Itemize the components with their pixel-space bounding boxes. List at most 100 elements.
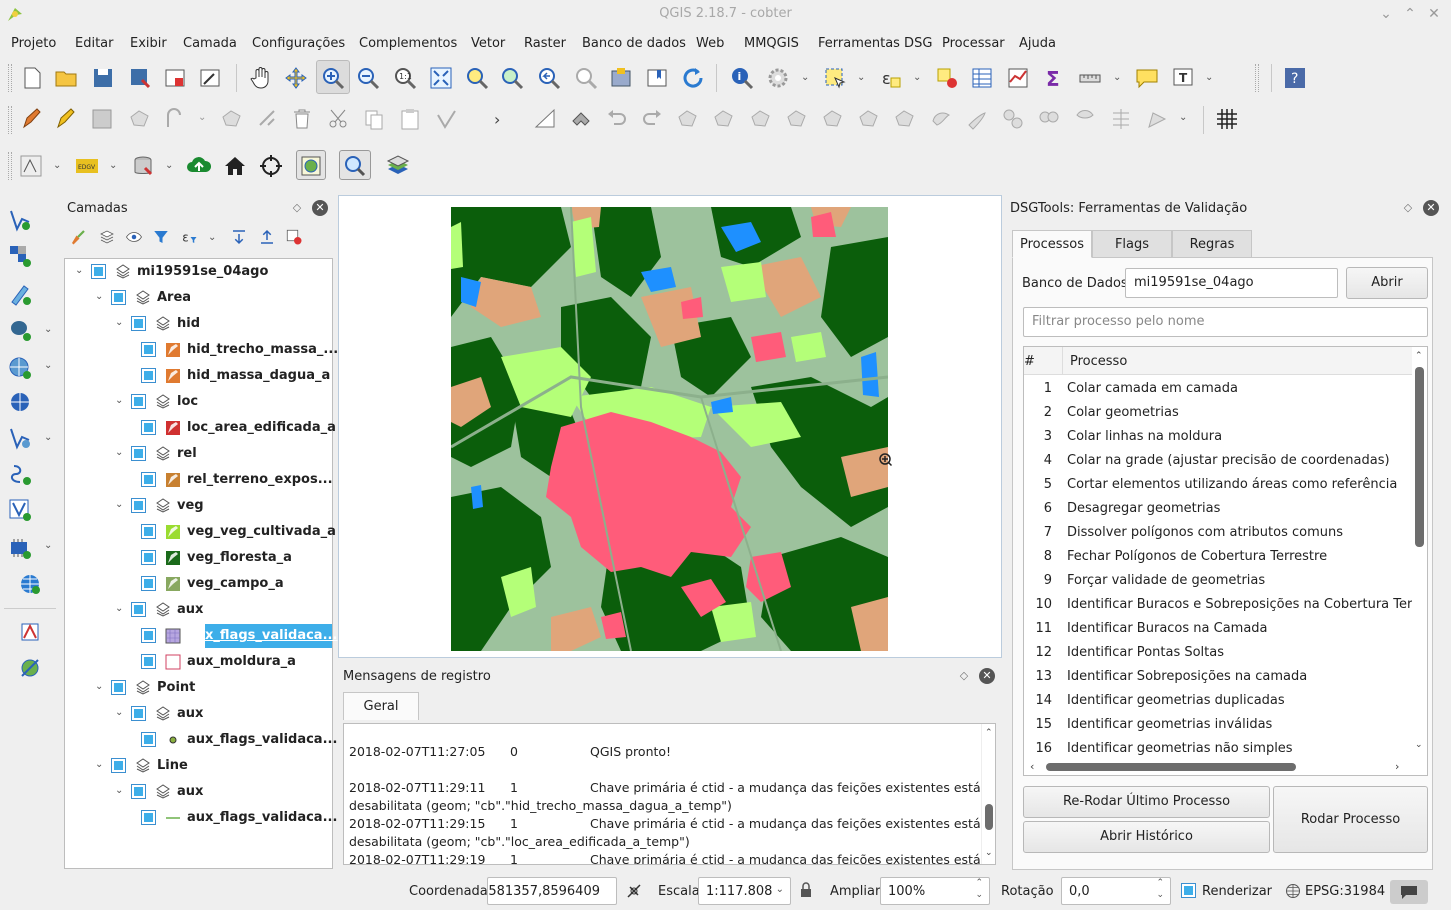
add-vector-layer-icon[interactable]: [8, 208, 32, 232]
cloud-upload-icon[interactable]: [187, 154, 211, 178]
layer-visibility-checkbox[interactable]: [141, 810, 156, 825]
circular-dropdown-icon[interactable]: ⌄: [198, 112, 206, 123]
layer-visibility-checkbox[interactable]: [141, 368, 156, 383]
layer-visibility-checkbox[interactable]: [141, 628, 156, 643]
merge-features-icon[interactable]: [1037, 107, 1061, 131]
rotate-dropdown-icon[interactable]: ⌄: [1179, 112, 1187, 123]
help-icon[interactable]: ?: [1283, 66, 1307, 90]
composer-manager-icon[interactable]: [198, 66, 222, 90]
current-edits-icon[interactable]: [20, 107, 44, 131]
add-wcs-globe-icon[interactable]: [18, 572, 42, 596]
move-feature-icon[interactable]: [220, 107, 244, 131]
layer-visibility-checkbox[interactable]: [131, 784, 146, 799]
merge-attributes-icon[interactable]: [1073, 107, 1097, 131]
undo-vertex-icon[interactable]: [435, 107, 459, 131]
coord-toggle-icon[interactable]: [626, 883, 642, 899]
layer-visibility-checkbox[interactable]: [131, 316, 146, 331]
delete-ring-icon[interactable]: [785, 107, 809, 131]
dsg-float-icon[interactable]: ◇: [1402, 202, 1414, 214]
menu-raster[interactable]: Raster: [524, 36, 566, 51]
add-raster-layer-icon[interactable]: [8, 244, 32, 268]
coord-field[interactable]: 581357,8596409: [487, 877, 617, 905]
add-group-icon[interactable]: [98, 228, 116, 246]
split-features-icon[interactable]: [965, 107, 989, 131]
process-hscroll[interactable]: ‹ ›: [1024, 759, 1414, 775]
filter-icon[interactable]: [152, 228, 170, 246]
action-dropdown-icon[interactable]: ⌄: [801, 72, 809, 83]
home-icon[interactable]: [223, 154, 247, 178]
map-sheet-icon[interactable]: [299, 154, 323, 178]
eye-icon[interactable]: [125, 228, 143, 246]
reshape-icon[interactable]: [857, 107, 881, 131]
annotation-dropdown-icon[interactable]: ⌄: [1205, 72, 1213, 83]
add-wcs-layer-icon[interactable]: [8, 390, 32, 414]
add-circular-string-icon[interactable]: [164, 107, 188, 131]
new-print-composer-icon[interactable]: [163, 66, 187, 90]
expand-arrow-icon[interactable]: ⌄: [115, 785, 127, 797]
add-delimited-text-icon[interactable]: [8, 282, 32, 306]
menu-vetor[interactable]: Vetor: [471, 36, 505, 51]
search-icon[interactable]: [343, 154, 367, 178]
layer-group[interactable]: ⌄ mi19591se_04ago: [65, 259, 332, 285]
zoom-next-icon[interactable]: [574, 66, 598, 90]
process-row[interactable]: 2 Colar geometrias: [1024, 401, 1414, 425]
expand-arrow-icon[interactable]: ⌄: [115, 707, 127, 719]
undo-icon[interactable]: [605, 107, 629, 131]
menu-ferramentas-dsg[interactable]: Ferramentas DSG: [818, 36, 932, 51]
select-features-icon[interactable]: [823, 66, 847, 90]
layer-group[interactable]: ⌄ aux: [65, 779, 332, 805]
rerun-last-process-button[interactable]: Re-Rodar Último Processo: [1023, 786, 1270, 818]
offset-curve-icon[interactable]: [893, 107, 917, 131]
process-vscroll[interactable]: ⌃ ⌄: [1412, 347, 1427, 759]
style-layer-icon[interactable]: [69, 228, 87, 246]
cut-features-icon[interactable]: [327, 107, 351, 131]
grid-icon[interactable]: [1215, 107, 1239, 131]
database-dropdown-icon[interactable]: ⌄: [165, 160, 173, 171]
expand-arrow-icon[interactable]: ⌄: [115, 447, 127, 459]
menu-banco-de-dados[interactable]: Banco de dados: [582, 36, 686, 51]
delete-part-icon[interactable]: [821, 107, 845, 131]
layer-visibility-checkbox[interactable]: [131, 498, 146, 513]
dsg-tool-a-icon[interactable]: [18, 620, 42, 644]
process-row[interactable]: 14 Identificar geometrias duplicadas: [1024, 689, 1414, 713]
zoom-full-icon[interactable]: [429, 66, 453, 90]
remove-layer-icon[interactable]: [285, 228, 303, 246]
layer-item[interactable]: rel_terreno_expos...: [65, 467, 333, 493]
expand-arrow-icon[interactable]: ⌄: [95, 681, 107, 693]
expand-arrow-icon[interactable]: ⌄: [115, 499, 127, 511]
open-db-button[interactable]: Abrir: [1346, 267, 1428, 299]
menu-projeto[interactable]: Projeto: [11, 36, 56, 51]
open-project-icon[interactable]: [54, 66, 78, 90]
dsg-tool-b-icon[interactable]: [18, 656, 42, 680]
process-row[interactable]: 3 Colar linhas na moldura: [1024, 425, 1414, 449]
log-close-icon[interactable]: ✕: [979, 668, 995, 684]
zoom-to-layer-icon[interactable]: [500, 66, 524, 90]
enable-tracing-icon[interactable]: [569, 107, 593, 131]
filter-expression-icon[interactable]: ε: [180, 228, 198, 246]
new-project-icon[interactable]: [20, 66, 44, 90]
run-process-button[interactable]: Rodar Processo: [1273, 786, 1428, 853]
render-checkbox[interactable]: [1181, 883, 1196, 898]
layer-group[interactable]: ⌄ Line: [65, 753, 332, 779]
zoom-spinbox[interactable]: 100% ⌃ ⌄: [880, 877, 990, 905]
zoom-last-icon[interactable]: [537, 66, 561, 90]
node-tool-icon[interactable]: [256, 107, 280, 131]
add-virtual-layer-icon[interactable]: [8, 498, 32, 522]
menu-exibir[interactable]: Exibir: [130, 36, 167, 51]
process-row[interactable]: 1 Colar camada em camada: [1024, 377, 1414, 401]
map-render[interactable]: [451, 207, 888, 651]
wms-dropdown-icon[interactable]: ⌄: [44, 360, 52, 371]
tab-flags[interactable]: Flags: [1092, 230, 1172, 258]
expand-arrow-icon[interactable]: ⌄: [115, 317, 127, 329]
select-by-expression-icon[interactable]: ε: [879, 66, 903, 90]
edgv-dropdown-icon[interactable]: ⌄: [109, 160, 117, 171]
measure-icon[interactable]: [1078, 66, 1102, 90]
float-panel-icon[interactable]: ◇: [291, 202, 303, 214]
save-as-icon[interactable]: [128, 66, 152, 90]
process-row[interactable]: 5 Cortar elementos utilizando áreas como …: [1024, 473, 1414, 497]
expand-arrow-icon[interactable]: ⌄: [115, 395, 127, 407]
bookmark-icon[interactable]: [645, 66, 669, 90]
layer-visibility-checkbox[interactable]: [111, 680, 126, 695]
col-num-header[interactable]: #: [1024, 354, 1035, 369]
menu-complementos[interactable]: Complementos: [359, 36, 457, 51]
